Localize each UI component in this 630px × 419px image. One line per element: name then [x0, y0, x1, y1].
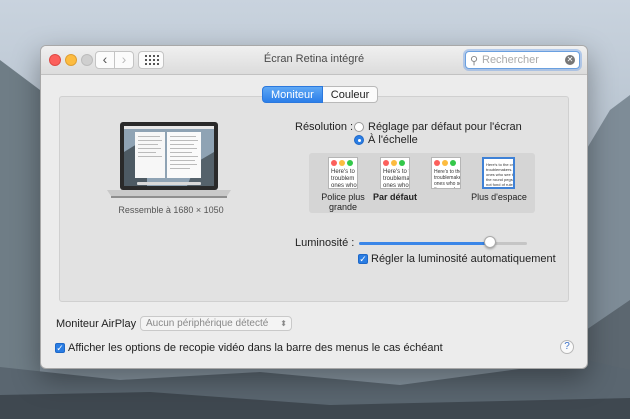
updown-arrows-icon: ⬍ — [280, 319, 287, 328]
window-dots-icon — [383, 160, 405, 166]
airplay-popup-value: Aucun périphérique détecté — [146, 318, 269, 329]
tab-bar: Moniteur Couleur — [262, 86, 379, 103]
radio-default-resolution[interactable] — [354, 122, 364, 132]
scale-preview-text: Here's to t troublemak ones who s — [383, 169, 410, 189]
search-input[interactable] — [482, 53, 562, 67]
scaled-resolution-label[interactable]: À l'échelle — [368, 134, 418, 146]
airplay-label: Moniteur AirPlay : — [56, 318, 143, 330]
scale-option-larger-text[interactable]: Here's to troublem ones who — [328, 157, 358, 189]
brightness-slider-knob[interactable] — [484, 236, 496, 248]
title-bar: ‹ › Écran Retina intégré ⚲ ✕ — [41, 46, 587, 75]
scale-preview-text: Here's to the troublemakers ones who see… — [434, 169, 461, 188]
chevron-left-icon: ‹ — [102, 51, 108, 67]
auto-brightness-label[interactable]: Régler la luminosité automatiquement — [371, 253, 556, 265]
clear-search-icon[interactable]: ✕ — [565, 55, 575, 65]
resolution-summary: Ressemble à 1680 × 1050 — [118, 205, 224, 215]
airplay-popup[interactable]: Aucun périphérique détecté ⬍ — [140, 316, 292, 331]
scale-option-more-compact[interactable]: Here's to the troublemakers ones who see… — [431, 157, 461, 189]
brightness-label: Luminosité : — [295, 237, 355, 249]
mirroring-checkbox[interactable]: ✓ — [55, 343, 65, 353]
minimize-button[interactable] — [65, 54, 77, 66]
scale-preview-text: Here's to troublem ones who — [331, 169, 357, 189]
search-icon: ⚲ — [470, 55, 479, 67]
show-all-button[interactable] — [138, 51, 164, 69]
brightness-slider-fill — [359, 242, 490, 245]
default-resolution-label[interactable]: Réglage par défaut pour l'écran — [368, 121, 522, 133]
grid-icon — [145, 55, 159, 65]
help-button[interactable]: ? — [560, 340, 574, 354]
scale-option-more-space[interactable]: Here's to the cr troublemakers. ones who… — [482, 157, 515, 189]
scale-caption-default: Par défaut — [372, 192, 417, 202]
tab-moniteur[interactable]: Moniteur — [262, 86, 323, 103]
window-dots-icon — [434, 160, 456, 166]
tab-couleur[interactable]: Couleur — [322, 86, 379, 103]
scale-preview-text: Here's to the cr troublemakers. ones who… — [486, 162, 515, 187]
window-dots-icon — [331, 160, 353, 166]
scale-caption-larger-text: Police plus grande — [321, 192, 365, 212]
back-button[interactable]: ‹ — [95, 51, 115, 69]
radio-scaled-resolution[interactable] — [354, 135, 364, 145]
close-button[interactable] — [49, 54, 61, 66]
preferences-window: ‹ › Écran Retina intégré ⚲ ✕ Moniteur Co… — [40, 45, 588, 369]
scale-option-default[interactable]: Here's to t troublemak ones who s — [380, 157, 410, 189]
forward-button[interactable]: › — [114, 51, 134, 69]
zoom-button[interactable] — [81, 54, 93, 66]
chevron-right-icon: › — [121, 51, 127, 67]
auto-brightness-checkbox[interactable]: ✓ — [358, 254, 368, 264]
scale-caption-more-space: Plus d'espace — [471, 192, 527, 202]
mirroring-label[interactable]: Afficher les options de recopie vidéo da… — [68, 342, 443, 354]
resolution-label: Résolution : — [295, 121, 354, 133]
scale-options: Here's to troublem ones who Police plus … — [309, 153, 535, 213]
macbook-display-icon — [107, 122, 231, 198]
search-field[interactable]: ⚲ ✕ — [465, 51, 580, 69]
window-title: Écran Retina intégré — [263, 53, 365, 65]
